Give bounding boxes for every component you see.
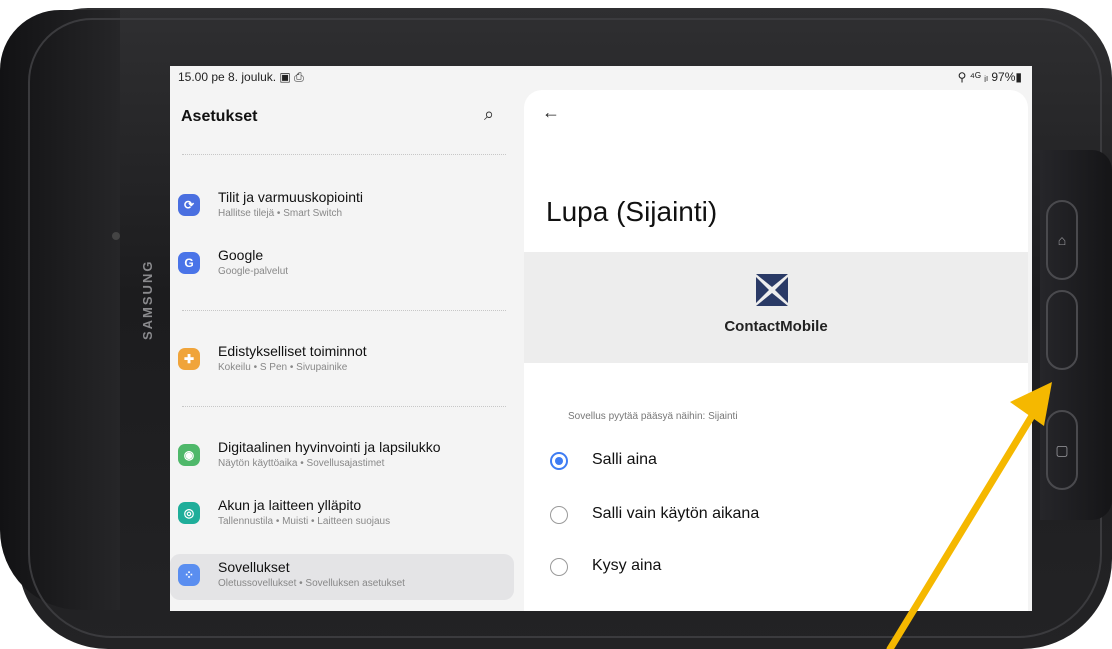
gear-plus-icon: ✚ bbox=[178, 348, 200, 370]
hardware-back-button[interactable]: ⌂ bbox=[1046, 200, 1078, 280]
item-subtitle: Google-palvelut bbox=[218, 266, 289, 277]
radio-selected[interactable] bbox=[550, 452, 568, 470]
item-title: Akun ja laitteen ylläpito bbox=[218, 497, 362, 513]
front-camera bbox=[112, 232, 120, 240]
item-title: Sovellukset bbox=[218, 559, 290, 575]
divider bbox=[182, 406, 506, 407]
option-label: Salli vain käytön aikana bbox=[592, 505, 760, 522]
item-subtitle: Näytön käyttöaika • Sovellusajastimet bbox=[218, 458, 385, 469]
permission-request-text: Sovellus pyytää pääsyä näihin: Sijainti bbox=[568, 411, 738, 422]
sync-icon: ⟳ bbox=[178, 194, 200, 216]
item-subtitle: Hallitse tilejä • Smart Switch bbox=[218, 208, 343, 219]
status-indicators: ⚲ ⁴ᴳ ᵢₗ 97%▮ bbox=[957, 70, 1022, 84]
app-logo-icon bbox=[756, 274, 788, 306]
settings-panel: Asetukset ⌕ ⟳ Tilit ja varmuuskopiointi … bbox=[170, 88, 516, 611]
item-title: Edistykselliset toiminnot bbox=[218, 343, 367, 359]
item-subtitle: Kokeilu • S Pen • Sivupainike bbox=[218, 362, 348, 373]
item-subtitle: Oletussovellukset • Sovelluksen asetukse… bbox=[218, 578, 405, 589]
settings-item-google[interactable]: G Google Google-palvelut bbox=[170, 242, 516, 286]
app-name: ContactMobile bbox=[724, 318, 828, 335]
status-time-date: 15.00 pe 8. jouluk. ▣ ⎙ bbox=[178, 70, 304, 84]
divider bbox=[182, 310, 506, 311]
settings-item-accounts[interactable]: ⟳ Tilit ja varmuuskopiointi Hallitse til… bbox=[170, 184, 516, 228]
item-title: Google bbox=[218, 247, 264, 263]
device-brand: SAMSUNG bbox=[140, 259, 155, 341]
app-header: ContactMobile bbox=[524, 252, 1028, 363]
item-title: Digitaalinen hyvinvointi ja lapsilukko bbox=[218, 439, 441, 455]
radio-unselected[interactable] bbox=[550, 558, 568, 576]
item-subtitle: Tallennustila • Muisti • Laitteen suojau… bbox=[218, 516, 391, 527]
annotation-arrow bbox=[886, 382, 1052, 649]
back-arrow-icon[interactable]: ← bbox=[542, 102, 560, 123]
option-label: Salli aina bbox=[592, 451, 657, 468]
option-label: Kysy aina bbox=[592, 557, 662, 574]
device-care-icon: ◎ bbox=[178, 502, 200, 524]
search-icon[interactable]: ⌕ bbox=[484, 104, 494, 125]
item-title: Tilit ja varmuuskopiointi bbox=[218, 189, 363, 205]
page-title: Lupa (Sijainti) bbox=[546, 196, 718, 227]
apps-icon: ⁘ bbox=[178, 564, 200, 586]
radio-unselected[interactable] bbox=[550, 506, 568, 524]
divider bbox=[182, 154, 506, 155]
wellbeing-icon: ◉ bbox=[178, 444, 200, 466]
hardware-home-button[interactable] bbox=[1046, 290, 1078, 370]
settings-item-digital-wellbeing[interactable]: ◉ Digitaalinen hyvinvointi ja lapsilukko… bbox=[170, 434, 516, 478]
google-icon: G bbox=[178, 252, 200, 274]
settings-title: Asetukset bbox=[181, 108, 258, 125]
settings-item-device-care[interactable]: ◎ Akun ja laitteen ylläpito Tallennustil… bbox=[170, 492, 516, 536]
settings-item-advanced-features[interactable]: ✚ Edistykselliset toiminnot Kokeilu • S … bbox=[170, 338, 516, 382]
status-bar: 15.00 pe 8. jouluk. ▣ ⎙ ⚲ ⁴ᴳ ᵢₗ 97%▮ bbox=[170, 66, 1032, 88]
settings-item-apps[interactable]: ⁘ Sovellukset Oletussovellukset • Sovell… bbox=[170, 554, 514, 600]
